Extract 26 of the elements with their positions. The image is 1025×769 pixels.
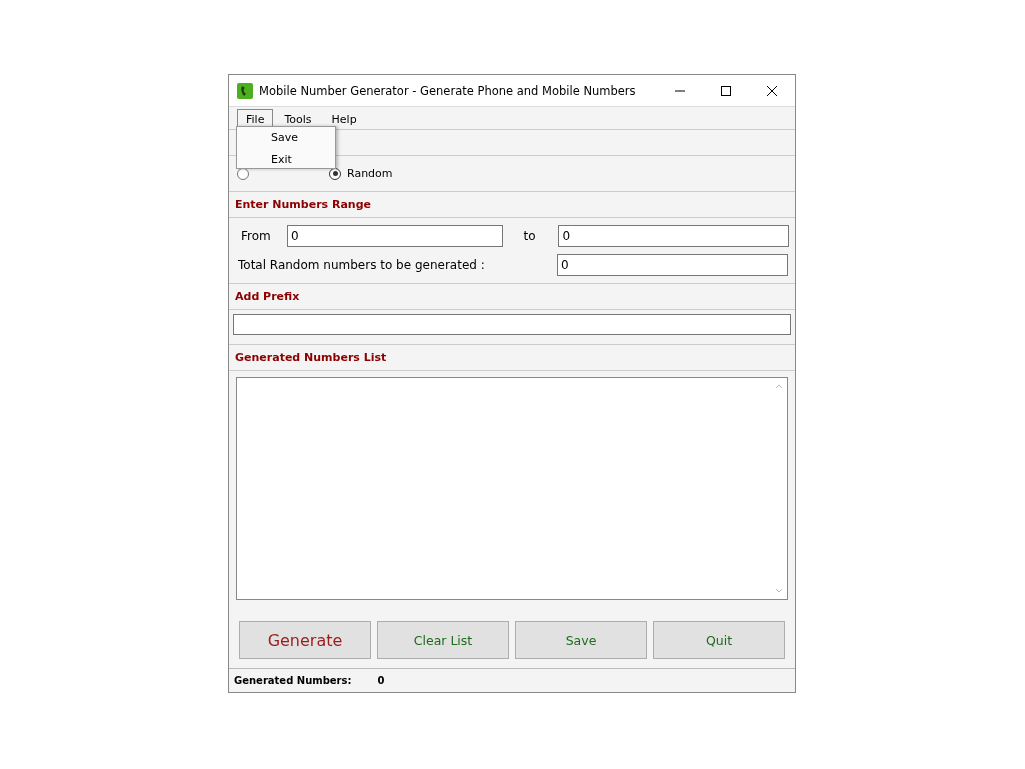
input-field[interactable]: 0: [558, 225, 789, 247]
field-label: From: [240, 229, 272, 243]
action-button[interactable]: Quit: [653, 621, 785, 659]
action-button[interactable]: Save: [515, 621, 647, 659]
window-title: Mobile Number Generator - Generate Phone and Mobile Numbers: [259, 83, 636, 98]
input-field[interactable]: 0: [557, 254, 788, 276]
close-icon[interactable]: [766, 84, 778, 97]
menu-item[interactable]: File: [237, 109, 274, 129]
section-title: Add Prefix: [235, 290, 300, 303]
maximize-icon[interactable]: [720, 84, 732, 97]
input-field[interactable]: [233, 313, 791, 335]
menu-item[interactable]: Tools: [275, 109, 321, 129]
menu-entry[interactable]: Save: [271, 127, 335, 149]
input-field[interactable]: 0: [286, 225, 503, 247]
field-label: to: [522, 229, 537, 243]
phone-icon: [237, 82, 253, 99]
status-label: Generated Numbers:: [234, 675, 352, 686]
field-label: Total Random numbers to be generated :: [238, 258, 486, 272]
status-value: 0: [377, 675, 385, 686]
menu-entry[interactable]: Exit: [271, 149, 335, 171]
action-button[interactable]: Clear List: [377, 621, 509, 659]
section-title: Enter Numbers Range: [235, 198, 371, 211]
section-title: Generated Numbers List: [235, 351, 387, 364]
radio-label: Random: [347, 167, 393, 180]
menu-item[interactable]: Help: [322, 109, 366, 129]
action-button[interactable]: Generate: [239, 621, 371, 659]
